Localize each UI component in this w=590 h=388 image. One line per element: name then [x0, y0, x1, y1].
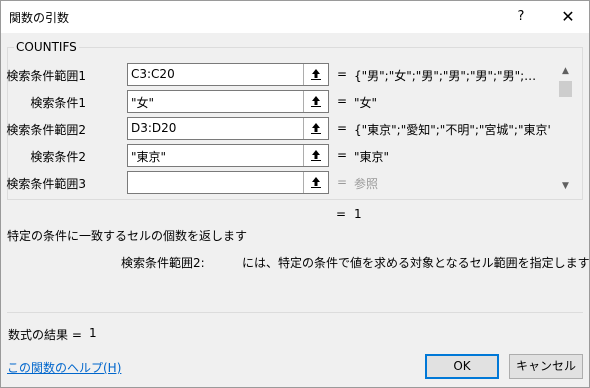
argument-label: 検索条件1: [30, 96, 86, 110]
argument-row-criteria-range1: 検索条件範囲1 C3:C20 = {"男";"女";"男";"男";"男";"男…: [1, 63, 557, 87]
chevron-down-icon[interactable]: ▼: [556, 178, 575, 194]
collapse-dialog-icon: [311, 69, 321, 80]
formula-result-label: 数式の結果 =: [8, 328, 82, 342]
argument-label: 検索条件範囲3: [6, 177, 86, 191]
criteria-range2-input[interactable]: D3:D20: [127, 117, 329, 140]
equals-sign: =: [336, 121, 348, 135]
argument-result: {"東京";"愛知";"不明";"宮城";"東京": [354, 123, 550, 137]
argument-row-criteria-range3: 検索条件範囲3 = 参照: [1, 171, 557, 195]
function-description: 特定の条件に一致するセルの個数を返します: [7, 229, 248, 243]
argument-result: "東京": [354, 150, 390, 164]
title-bar[interactable]: 関数の引数 ? ✕: [1, 1, 589, 33]
cancel-button[interactable]: キャンセル: [509, 354, 583, 379]
input-value: "東京": [131, 150, 167, 164]
function-result-value: 1: [354, 207, 362, 221]
input-value: D3:D20: [131, 121, 177, 135]
function-arguments-dialog: 関数の引数 ? ✕ COUNTIFS 検索条件範囲1 C3:C20 = {"男"…: [0, 0, 590, 388]
collapse-dialog-button[interactable]: [303, 172, 328, 193]
criteria2-input[interactable]: "東京": [127, 144, 329, 167]
criteria1-input[interactable]: "女": [127, 90, 329, 113]
collapse-dialog-button[interactable]: [303, 145, 328, 166]
window-title: 関数の引数: [9, 11, 70, 25]
equals-sign: =: [336, 175, 348, 189]
argument-row-criteria2: 検索条件2 "東京" = "東京": [1, 144, 557, 168]
collapse-dialog-button[interactable]: [303, 91, 328, 112]
chevron-up-icon[interactable]: ▲: [556, 63, 575, 79]
argument-label: 検索条件2: [30, 150, 86, 164]
scroll-thumb[interactable]: [559, 81, 572, 97]
equals-sign: =: [336, 94, 348, 108]
criteria-range3-input[interactable]: [127, 171, 329, 194]
collapse-dialog-icon: [311, 177, 321, 188]
argument-label: 検索条件範囲1: [6, 69, 86, 83]
argument-help-label: 検索条件範囲2:: [121, 256, 205, 270]
function-name: COUNTIFS: [14, 40, 79, 54]
collapse-dialog-icon: [311, 150, 321, 161]
help-button[interactable]: ?: [506, 3, 536, 31]
collapse-dialog-icon: [311, 123, 321, 134]
collapse-dialog-icon: [311, 96, 321, 107]
equals-sign: =: [336, 67, 348, 81]
close-button[interactable]: ✕: [553, 3, 583, 31]
collapse-dialog-button[interactable]: [303, 64, 328, 85]
input-value: "女": [131, 96, 155, 110]
argument-row-criteria1: 検索条件1 "女" = "女": [1, 90, 557, 114]
function-help-link[interactable]: この関数のヘルプ(H): [7, 359, 121, 376]
equals-sign: =: [336, 148, 348, 162]
criteria-range1-input[interactable]: C3:C20: [127, 63, 329, 86]
divider: [7, 312, 583, 313]
argument-help-text: には、特定の条件で値を求める対象となるセル範囲を指定します: [242, 256, 590, 270]
argument-result: {"男";"女";"男";"男";"男";"男";…: [354, 69, 537, 83]
arguments-scrollbar[interactable]: ▲ ▼: [556, 63, 575, 194]
argument-result: 参照: [354, 177, 379, 191]
argument-label: 検索条件範囲2: [6, 123, 86, 137]
input-value: C3:C20: [131, 67, 175, 81]
formula-result-value: 1: [89, 326, 97, 340]
argument-result: "女": [354, 96, 378, 110]
ok-button[interactable]: OK: [425, 354, 499, 379]
collapse-dialog-button[interactable]: [303, 118, 328, 139]
function-result-equals: =: [336, 207, 347, 221]
argument-row-criteria-range2: 検索条件範囲2 D3:D20 = {"東京";"愛知";"不明";"宮城";"東…: [1, 117, 557, 141]
